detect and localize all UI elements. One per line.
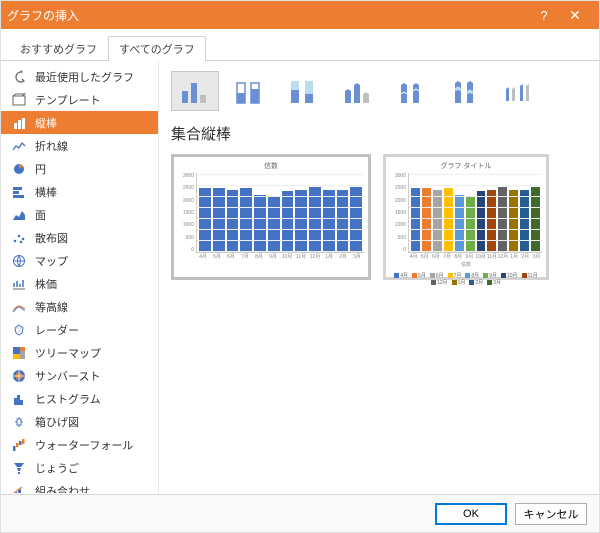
chart-title: グラフ タイトル — [390, 161, 542, 171]
chart-preview-1[interactable]: グラフ タイトル 3000250020001500100050004月5月6月7月… — [383, 154, 549, 280]
tab-strip: おすすめグラフ すべてのグラフ — [1, 29, 599, 61]
sidebar-item-14[interactable]: ヒストグラム — [1, 387, 158, 410]
sidebar-item-label: 等高線 — [35, 299, 68, 315]
sidebar-item-13[interactable]: サンバースト — [1, 364, 158, 387]
sidebar-item-6[interactable]: 面 — [1, 203, 158, 226]
dialog-footer: OK キャンセル — [1, 494, 599, 532]
sidebar-item-15[interactable]: 箱ひげ図 — [1, 410, 158, 433]
titlebar: グラフの挿入 ? ✕ — [1, 1, 599, 29]
sidebar-item-18[interactable]: 組み合わせ — [1, 479, 158, 493]
chart-type-icon — [11, 230, 27, 246]
chart-type-icon — [11, 391, 27, 407]
chart-type-icon — [11, 299, 27, 315]
sidebar-item-0[interactable]: 最近使用したグラフ — [1, 65, 158, 88]
chart-name: 集合縦棒 — [171, 123, 587, 144]
sidebar-item-12[interactable]: ツリーマップ — [1, 341, 158, 364]
tab-all-charts[interactable]: すべてのグラフ — [108, 36, 206, 61]
close-icon[interactable]: ✕ — [557, 7, 593, 24]
chart-type-icon — [11, 345, 27, 361]
tab-recommended[interactable]: おすすめグラフ — [9, 36, 108, 61]
chart-type-icon — [11, 207, 27, 223]
sidebar-item-label: レーダー — [35, 322, 79, 338]
chart-type-icon — [11, 69, 27, 85]
sidebar-item-label: 組み合わせ — [35, 483, 90, 494]
subtype-2[interactable] — [279, 71, 327, 111]
sidebar-item-label: サンバースト — [35, 368, 100, 384]
sidebar-item-11[interactable]: レーダー — [1, 318, 158, 341]
chart-previews: 信数3000250020001500100050004月5月6月7月8月9月10… — [171, 154, 587, 280]
chart-type-icon — [11, 138, 27, 154]
x-axis: 4月5月6月7月8月9月10月11月12月1月2月3月 — [196, 253, 364, 260]
x-axis: 4月5月6月7月8月9月10月11月12月1月2月3月 — [408, 253, 542, 260]
sidebar-item-10[interactable]: 等高線 — [1, 295, 158, 318]
sidebar-item-label: マップ — [35, 253, 68, 269]
chart-type-icon — [11, 276, 27, 292]
chart-type-icon — [11, 322, 27, 338]
dialog-title: グラフの挿入 — [7, 7, 531, 24]
sidebar-item-5[interactable]: 横棒 — [1, 180, 158, 203]
chart-type-icon — [11, 460, 27, 476]
chart-type-icon — [11, 115, 27, 131]
chart-type-icon — [11, 161, 27, 177]
chart-type-icon — [11, 437, 27, 453]
ok-button[interactable]: OK — [435, 503, 507, 525]
chart-type-icon — [11, 184, 27, 200]
chart-bars — [408, 173, 542, 253]
sidebar-item-8[interactable]: マップ — [1, 249, 158, 272]
sidebar-item-label: 散布図 — [35, 230, 68, 246]
sidebar-item-label: 箱ひげ図 — [35, 414, 79, 430]
sidebar-item-label: 折れ線 — [35, 138, 68, 154]
chart-type-sidebar: 最近使用したグラフテンプレート縦棒折れ線円横棒面散布図マップ株価等高線レーダーツ… — [1, 61, 159, 493]
chart-type-icon — [11, 368, 27, 384]
chart-preview-0[interactable]: 信数 3000250020001500100050004月5月6月7月8月9月10… — [171, 154, 371, 280]
sidebar-item-label: テンプレート — [35, 92, 101, 108]
sidebar-item-9[interactable]: 株価 — [1, 272, 158, 295]
sidebar-item-label: 面 — [35, 207, 46, 223]
subtype-3[interactable] — [333, 71, 381, 111]
sidebar-item-7[interactable]: 散布図 — [1, 226, 158, 249]
subtype-6[interactable] — [495, 71, 543, 111]
y-axis: 300025002000150010005000 — [390, 173, 408, 253]
main-panel: 集合縦棒 信数3000250020001500100050004月5月6月7月8… — [159, 61, 599, 493]
sidebar-item-16[interactable]: ウォーターフォール — [1, 433, 158, 456]
cancel-button[interactable]: キャンセル — [515, 503, 587, 525]
subtype-5[interactable] — [441, 71, 489, 111]
x-axis-label: 信数 — [390, 261, 542, 268]
subtype-0[interactable] — [171, 71, 219, 111]
sidebar-item-label: 横棒 — [35, 184, 57, 200]
sidebar-item-label: ウォーターフォール — [35, 437, 133, 453]
subtype-1[interactable] — [225, 71, 273, 111]
sidebar-item-label: 株価 — [35, 276, 57, 292]
chart-legend: 4月5月6月7月8月9月10月11月12月1月2月3月 — [390, 272, 542, 286]
sidebar-item-label: じょうご — [35, 460, 79, 476]
chart-subtypes — [171, 71, 587, 111]
sidebar-item-label: 縦棒 — [35, 115, 57, 131]
sidebar-item-3[interactable]: 折れ線 — [1, 134, 158, 157]
sidebar-item-label: ヒストグラム — [35, 391, 101, 407]
sidebar-item-1[interactable]: テンプレート — [1, 88, 158, 111]
sidebar-item-label: 円 — [35, 161, 46, 177]
sidebar-item-4[interactable]: 円 — [1, 157, 158, 180]
help-icon[interactable]: ? — [531, 8, 557, 23]
sidebar-item-label: ツリーマップ — [35, 345, 101, 361]
content: 最近使用したグラフテンプレート縦棒折れ線円横棒面散布図マップ株価等高線レーダーツ… — [1, 61, 599, 493]
sidebar-item-17[interactable]: じょうご — [1, 456, 158, 479]
sidebar-item-2[interactable]: 縦棒 — [1, 111, 158, 134]
chart-bars — [196, 173, 364, 253]
chart-type-icon — [11, 253, 27, 269]
chart-title: 信数 — [178, 161, 364, 171]
subtype-4[interactable] — [387, 71, 435, 111]
y-axis: 300025002000150010005000 — [178, 173, 196, 253]
sidebar-item-label: 最近使用したグラフ — [35, 69, 134, 85]
chart-type-icon — [11, 92, 27, 108]
chart-type-icon — [11, 414, 27, 430]
chart-type-icon — [11, 483, 27, 494]
